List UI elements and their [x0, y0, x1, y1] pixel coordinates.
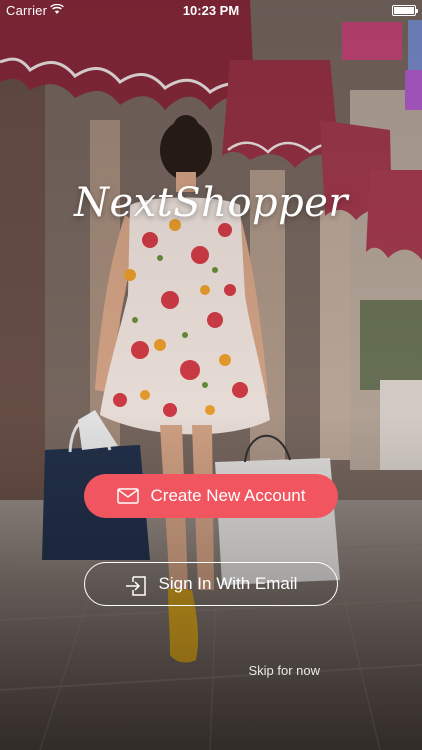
status-time: 10:23 PM	[182, 3, 240, 18]
welcome-screen: Carrier 10:23 PM NextShopper Create New …	[0, 0, 422, 750]
sign-in-icon	[125, 576, 147, 596]
create-account-button[interactable]: Create New Account	[84, 474, 338, 518]
battery-icon	[392, 5, 418, 16]
app-logo: NextShopper	[73, 180, 349, 226]
mail-icon	[116, 488, 139, 504]
create-account-label: Create New Account	[150, 486, 306, 505]
status-bar: Carrier 10:23 PM	[0, 0, 422, 22]
background-photo	[0, 0, 422, 750]
skip-link[interactable]: Skip for now	[248, 663, 320, 678]
sign-in-label: Sign In With Email	[158, 574, 298, 593]
sign-in-email-button[interactable]: Sign In With Email	[84, 562, 338, 606]
